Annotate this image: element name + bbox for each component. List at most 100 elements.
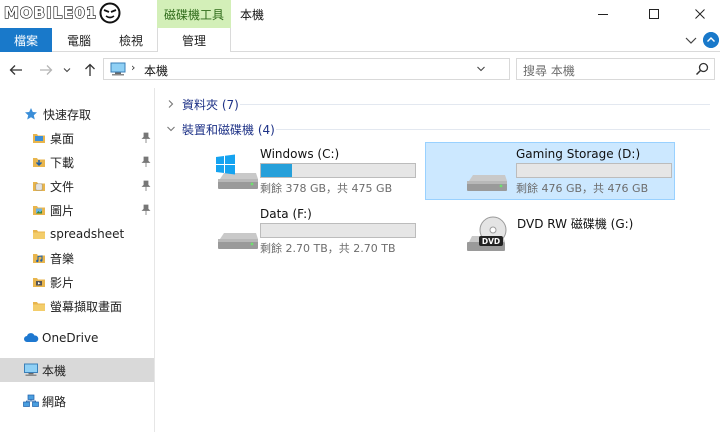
sidebar-item-label: 圖片: [50, 203, 75, 218]
recent-locations-button[interactable]: [60, 60, 74, 80]
pictures-folder-icon: [33, 206, 45, 215]
group-header-devices[interactable]: 裝置和磁碟機 (4): [166, 120, 275, 138]
drive-g[interactable]: DVD DVD RW 磁碟機 (G:): [463, 206, 713, 262]
sidebar-item-desktop[interactable]: 桌面: [0, 127, 154, 149]
title-bar: MOBILE01 磁碟機工具 本機: [0, 0, 720, 28]
chevron-right-icon: [168, 100, 174, 108]
search-box[interactable]: 搜尋 本機: [516, 58, 715, 80]
sidebar-item-label: spreadsheet: [50, 227, 125, 241]
minimize-button[interactable]: [580, 0, 626, 28]
drive-name: Windows (C:): [260, 147, 340, 161]
videos-folder-icon: [33, 278, 45, 287]
window-title: 本機: [240, 8, 265, 22]
drive-name: Gaming Storage (D:): [516, 147, 641, 161]
music-folder-icon: [33, 254, 45, 263]
sidebar-item-this-pc[interactable]: 本機: [0, 358, 154, 382]
tab-file[interactable]: 檔案: [0, 28, 52, 52]
sidebar-item-label: 快速存取: [43, 107, 92, 122]
sidebar-item-pictures[interactable]: 圖片: [0, 199, 154, 221]
drive-tools-context-tab: 磁碟機工具: [157, 0, 231, 28]
tab-manage[interactable]: 管理: [157, 28, 231, 53]
group-header-label: 資料夾 (7): [182, 97, 239, 112]
drive-size-text: 剩餘 476 GB，共 476 GB: [516, 182, 649, 195]
chevron-down-icon: [63, 68, 71, 73]
sidebar-item-network[interactable]: 網路: [0, 390, 154, 412]
help-icon[interactable]: [703, 32, 719, 48]
address-dropdown-icon[interactable]: [476, 64, 486, 74]
documents-folder-icon: [33, 182, 45, 191]
drive-usage-fill: [261, 164, 293, 177]
group-header-folders[interactable]: 資料夾 (7): [166, 95, 239, 113]
logo-face-icon: [99, 2, 121, 24]
pin-icon[interactable]: [141, 204, 151, 216]
svg-text:DVD: DVD: [482, 237, 500, 246]
sidebar-item-label: 本機: [42, 363, 67, 378]
windows-drive-icon: [216, 154, 258, 189]
sidebar-item-screenshots[interactable]: 螢幕擷取畫面: [0, 295, 154, 317]
computer-icon: [110, 62, 126, 76]
hard-drive-icon: [467, 175, 507, 191]
star-icon: [25, 108, 37, 120]
sidebar-item-label: 螢幕擷取畫面: [50, 299, 123, 314]
tab-computer[interactable]: 電腦: [56, 28, 102, 52]
sidebar-item-videos[interactable]: 影片: [0, 271, 154, 293]
back-button[interactable]: [6, 60, 26, 80]
drive-d[interactable]: Gaming Storage (D:) 剩餘 476 GB，共 476 GB: [425, 142, 675, 200]
expand-ribbon-icon[interactable]: [683, 32, 699, 48]
chevron-down-icon: [167, 126, 175, 132]
back-arrow-icon: [9, 65, 22, 75]
drive-f[interactable]: Data (F:) 剩餘 2.70 TB，共 2.70 TB: [210, 203, 460, 259]
close-icon: [695, 9, 705, 19]
close-button[interactable]: [677, 0, 720, 28]
pin-icon[interactable]: [141, 180, 151, 192]
logo-text: MOBILE01: [3, 3, 98, 22]
sidebar-item-quick-access[interactable]: 快速存取: [0, 103, 154, 125]
sidebar-item-onedrive[interactable]: OneDrive: [0, 327, 154, 349]
forward-arrow-icon: [40, 65, 53, 75]
ribbon-tab-bar: 檔案 電腦 檢視 管理: [0, 28, 720, 53]
minimize-icon: [598, 14, 608, 15]
forward-button[interactable]: [36, 60, 56, 80]
drive-size-text: 剩餘 378 GB，共 475 GB: [260, 182, 393, 195]
network-icon: [23, 394, 39, 407]
sidebar-item-music[interactable]: 音樂: [0, 247, 154, 269]
drive-c[interactable]: Windows (C:) 剩餘 378 GB，共 475 GB: [210, 143, 460, 199]
content-pane: 資料夾 (7) 裝置和磁碟機 (4) Windows (C:) 剩餘 378 G…: [156, 88, 720, 432]
navigation-pane: 快速存取 桌面 下載 文件 圖片 spreadsheet 音樂 影片 螢幕擷取畫…: [0, 88, 155, 432]
group-divider: [240, 104, 710, 105]
download-folder-icon: [33, 158, 45, 167]
sidebar-item-label: 桌面: [50, 131, 75, 146]
sidebar-item-label: 下載: [50, 155, 75, 170]
drive-usage-bar: [260, 163, 416, 178]
sidebar-item-label: 文件: [50, 179, 75, 194]
drive-name: DVD RW 磁碟機 (G:): [517, 217, 634, 231]
up-arrow-icon: [85, 63, 95, 76]
address-bar[interactable]: › 本機: [103, 58, 607, 80]
hard-drive-icon: [218, 233, 258, 249]
group-header-label: 裝置和磁碟機 (4): [182, 122, 275, 137]
folder-icon: [33, 302, 45, 311]
tab-view[interactable]: 檢視: [108, 28, 154, 52]
sidebar-item-spreadsheet[interactable]: spreadsheet: [0, 223, 154, 245]
breadcrumb-this-pc[interactable]: 本機: [144, 62, 168, 79]
drive-usage-bar: [516, 163, 672, 178]
breadcrumb-separator[interactable]: ›: [131, 61, 135, 74]
maximize-button[interactable]: [631, 0, 677, 28]
pin-icon[interactable]: [141, 156, 151, 168]
group-divider: [276, 129, 710, 130]
up-button[interactable]: [80, 60, 100, 80]
drive-name: Data (F:): [260, 207, 312, 221]
sidebar-item-downloads[interactable]: 下載: [0, 151, 154, 173]
sidebar-item-documents[interactable]: 文件: [0, 175, 154, 197]
pin-icon[interactable]: [141, 132, 151, 144]
mobile01-logo: MOBILE01: [3, 2, 121, 24]
drive-size-text: 剩餘 2.70 TB，共 2.70 TB: [260, 242, 396, 255]
sidebar-item-label: 影片: [50, 275, 75, 290]
computer-icon: [24, 363, 38, 376]
drive-usage-bar: [260, 223, 416, 238]
sidebar-item-label: OneDrive: [42, 331, 99, 345]
search-placeholder: 搜尋 本機: [523, 64, 575, 78]
cloud-icon: [24, 333, 39, 342]
sidebar-item-label: 音樂: [50, 251, 75, 266]
search-icon[interactable]: [695, 62, 709, 76]
